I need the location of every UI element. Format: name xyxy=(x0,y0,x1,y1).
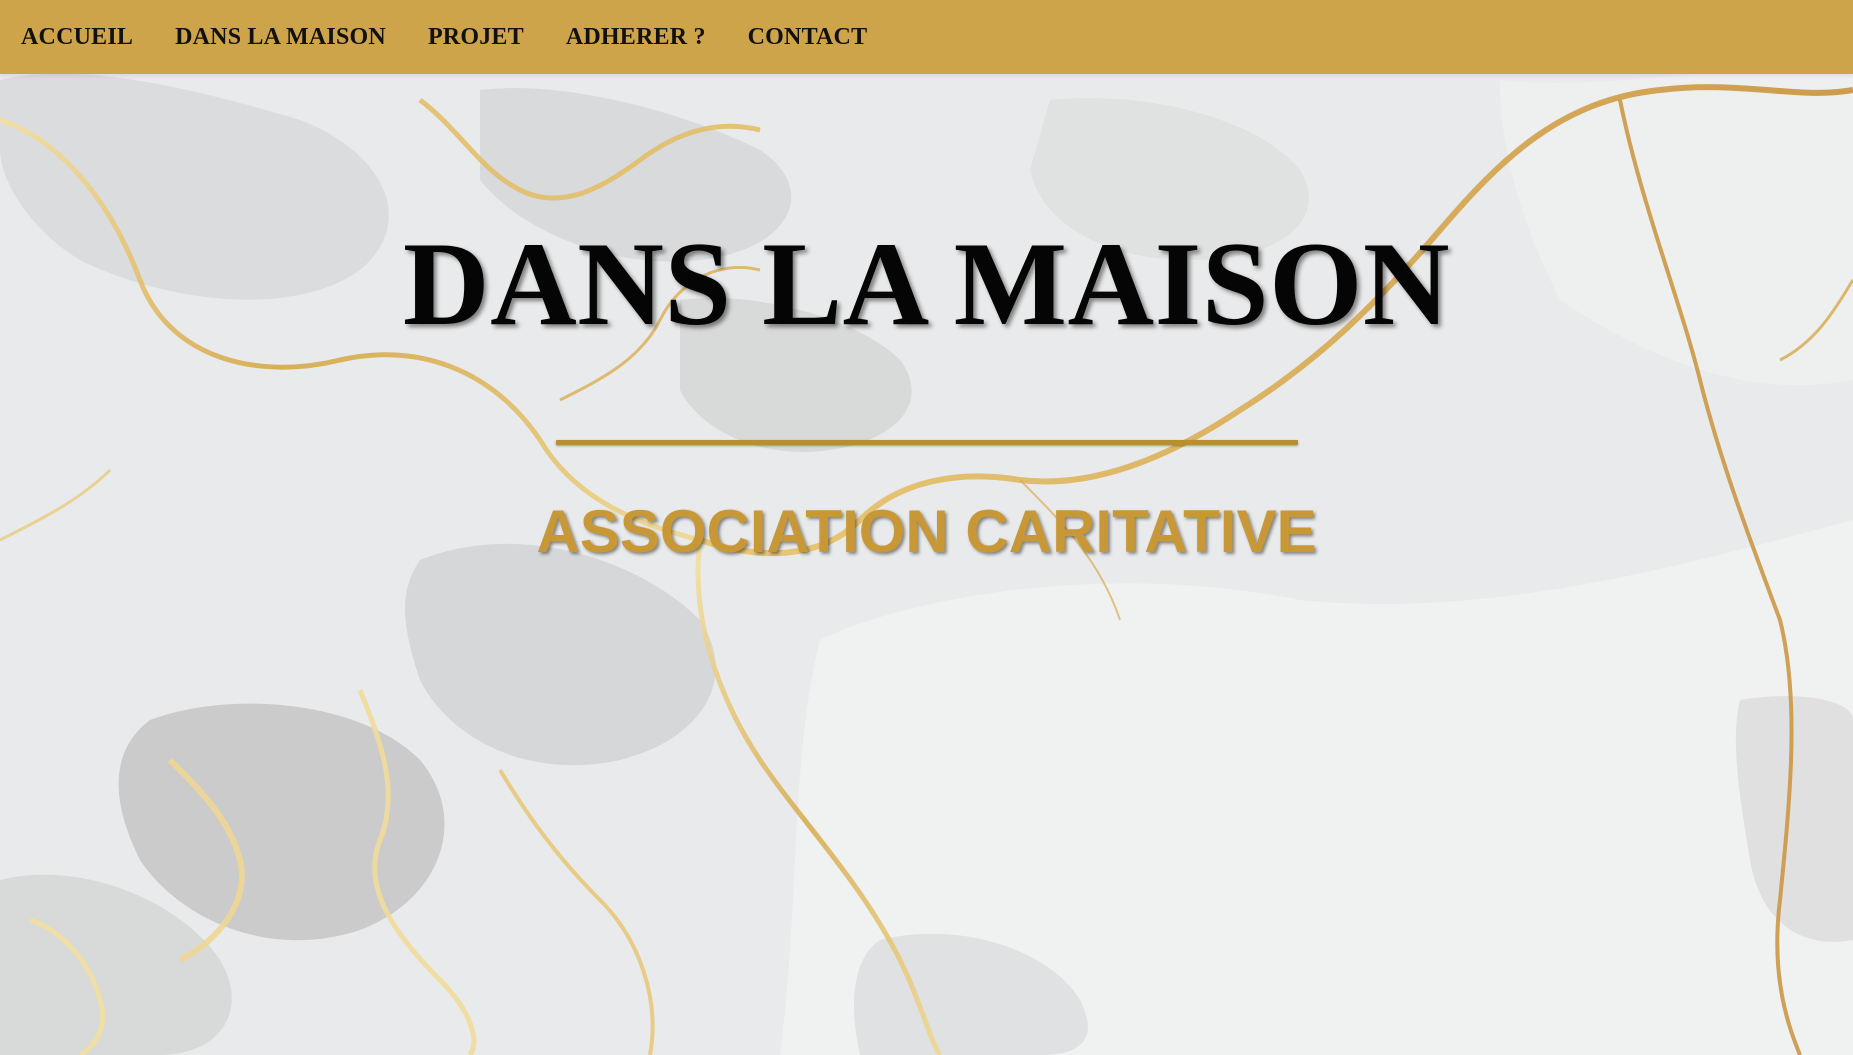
nav-item-projet[interactable]: PROJET xyxy=(428,24,524,51)
top-navbar: ACCUEIL DANS LA MAISON PROJET ADHERER ? … xyxy=(0,0,1853,74)
hero-title: DANS LA MAISON xyxy=(402,217,1451,350)
hero-divider xyxy=(556,440,1298,445)
nav-item-adherer[interactable]: ADHERER ? xyxy=(566,24,706,51)
nav-item-accueil[interactable]: ACCUEIL xyxy=(21,24,133,51)
nav-item-dans-la-maison[interactable]: DANS LA MAISON xyxy=(175,24,386,51)
hero-subtitle: ASSOCIATION CARITATIVE xyxy=(536,498,1317,565)
nav-item-contact[interactable]: CONTACT xyxy=(748,24,868,51)
nav-menu: ACCUEIL DANS LA MAISON PROJET ADHERER ? … xyxy=(0,0,1853,74)
